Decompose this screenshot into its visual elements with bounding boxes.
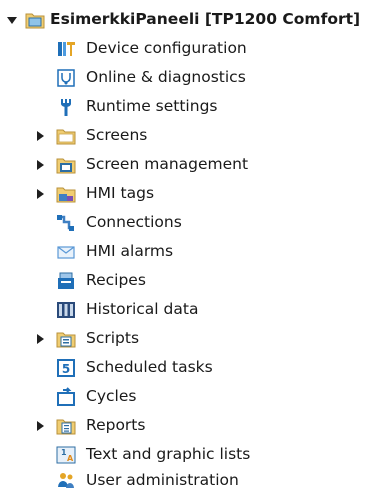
tree-item-recipes[interactable]: Recipes (0, 268, 369, 294)
connections-icon (56, 213, 76, 233)
tree-item-reports[interactable]: Reports (0, 413, 369, 439)
tree-item-label: Screens (86, 126, 148, 144)
tree-item-connections[interactable]: Connections (0, 210, 369, 236)
user-administration-icon (56, 471, 76, 491)
svg-text:A: A (67, 454, 74, 463)
expand-arrow-icon[interactable] (37, 334, 44, 344)
hmi-alarms-icon (56, 242, 76, 262)
tree-item-label: Online & diagnostics (86, 68, 246, 86)
tree-item-label: Recipes (86, 271, 146, 289)
expand-arrow-icon[interactable] (37, 160, 44, 170)
hmi-tags-icon (56, 184, 76, 204)
online-diagnostics-icon (56, 68, 76, 88)
tree-root-item[interactable]: EsimerkkiPaneeli [TP1200 Comfort] (0, 6, 369, 34)
tree-item-label: HMI alarms (86, 242, 174, 260)
tree-item-label: Text and graphic lists (86, 445, 251, 463)
tree-item-label: HMI tags (86, 184, 155, 202)
scheduled-tasks-icon: 5 (56, 358, 76, 378)
screen-management-icon (56, 155, 76, 175)
tree-item-label: Screen management (86, 155, 249, 173)
tree-item-label: Runtime settings (86, 97, 218, 115)
tree-item-screens[interactable]: Screens (0, 123, 369, 149)
folder-icon (56, 126, 76, 146)
tree-item-label: Historical data (86, 300, 199, 318)
cycles-icon (56, 387, 76, 407)
tree-item-runtime-settings[interactable]: Runtime settings (0, 94, 369, 120)
expand-arrow-icon[interactable] (37, 131, 44, 141)
historical-data-icon (56, 300, 76, 320)
expand-arrow-icon[interactable] (37, 189, 44, 199)
tree-item-label: Scripts (86, 329, 140, 347)
expand-arrow-icon[interactable] (37, 421, 44, 431)
runtime-settings-icon (56, 97, 76, 117)
tree-item-label: Scheduled tasks (86, 358, 213, 376)
svg-text:5: 5 (62, 362, 70, 376)
tree-item-device-configuration[interactable]: Device configuration (0, 36, 369, 62)
recipes-icon (56, 271, 76, 291)
text-graphic-lists-icon: 1 A (56, 445, 76, 465)
tree-item-label: Device configuration (86, 39, 247, 57)
reports-icon (56, 416, 76, 436)
tree-item-screen-management[interactable]: Screen management (0, 152, 369, 178)
tree-root-label: EsimerkkiPaneeli [TP1200 Comfort] (50, 10, 361, 28)
tree-item-user-administration[interactable]: User administration (0, 468, 369, 494)
tree-item-scripts[interactable]: Scripts (0, 326, 369, 352)
expand-arrow-icon[interactable] (7, 17, 17, 24)
tree-item-historical-data[interactable]: Historical data (0, 297, 369, 323)
device-configuration-icon (56, 39, 76, 59)
tree-item-cycles[interactable]: Cycles (0, 384, 369, 410)
tree-item-label: User administration (86, 471, 239, 489)
tree-item-label: Reports (86, 416, 146, 434)
hmi-panel-icon (25, 10, 45, 30)
tree-item-hmi-tags[interactable]: HMI tags (0, 181, 369, 207)
tree-item-hmi-alarms[interactable]: HMI alarms (0, 239, 369, 265)
tree-item-label: Connections (86, 213, 182, 231)
scripts-icon (56, 329, 76, 349)
tree-item-online-diagnostics[interactable]: Online & diagnostics (0, 65, 369, 91)
tree-item-text-graphic-lists[interactable]: 1 A Text and graphic lists (0, 442, 369, 468)
tree-item-label: Cycles (86, 387, 137, 405)
tree-item-scheduled-tasks[interactable]: 5 Scheduled tasks (0, 355, 369, 381)
